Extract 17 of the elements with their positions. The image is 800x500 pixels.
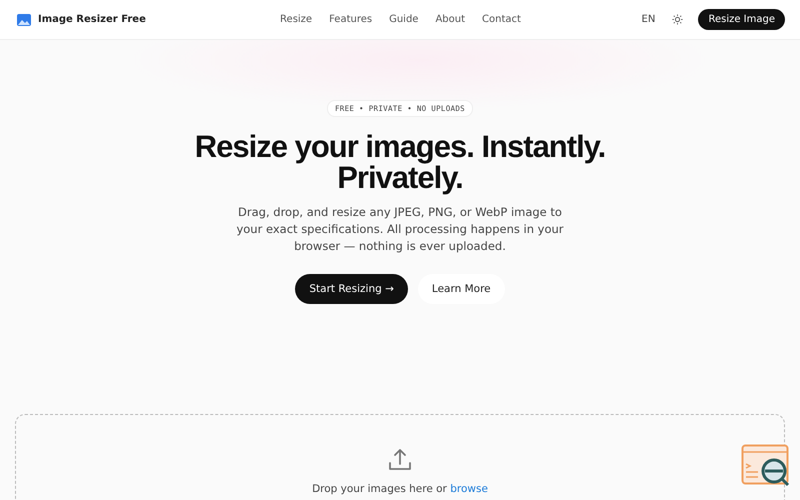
nav-link[interactable]: Contact [482, 14, 521, 25]
hero-description: Drag, drop, and resize any JPEG, PNG, or WebP image to your exact specifications. All processing happens in your browser — nothing is ever uploaded. [235, 204, 565, 255]
start-resizing-button[interactable]: Start Resizing → [295, 274, 408, 304]
resize-image-button[interactable]: Resize Image [698, 9, 785, 30]
drop-prompt: Drop your images here or browse [312, 483, 488, 495]
nav-link[interactable]: About [435, 14, 466, 25]
nav-link[interactable]: Resize [280, 14, 312, 25]
hero-title: Resize your images. Instantly. [194, 131, 606, 162]
image-icon [16, 12, 32, 28]
nav-link[interactable]: Features [329, 14, 372, 25]
learn-more-button[interactable]: Learn More [418, 274, 505, 304]
upload-icon [387, 447, 413, 473]
sun-icon [672, 14, 683, 25]
browse-link[interactable]: browse [450, 483, 488, 495]
brand-name: Image Resizer Free [38, 14, 146, 25]
nav-link[interactable]: Guide [389, 14, 418, 25]
browser-magnifier-icon[interactable] [741, 444, 791, 489]
